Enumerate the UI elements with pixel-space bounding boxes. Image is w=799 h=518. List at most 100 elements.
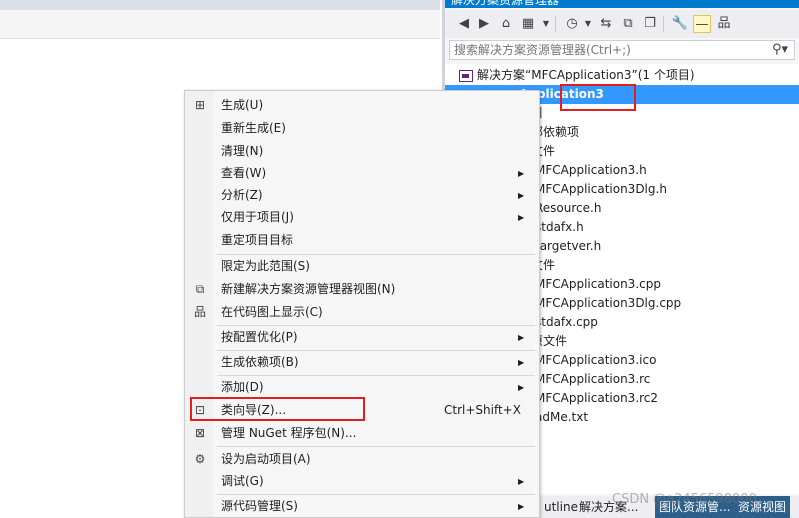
- toolbar-separator: [555, 16, 556, 32]
- editor-tab-strip: [0, 0, 440, 10]
- tree-item-label: MFCApplication3.rc: [535, 372, 651, 386]
- tree-item-file[interactable]: stdafx.h: [535, 218, 584, 237]
- tree-item-label: stdafx.h: [535, 220, 584, 234]
- submenu-arrow-icon: ▶: [518, 169, 525, 178]
- menu-item-label: 设为启动项目(A): [221, 452, 311, 466]
- search-input[interactable]: [450, 41, 764, 59]
- menu-item-label: 管理 NuGet 程序包(N)...: [221, 426, 357, 440]
- tree-item-label: MFCApplication3.rc2: [535, 391, 659, 405]
- menu-item-label: 在代码图上显示(C): [221, 305, 323, 319]
- tree-item-file[interactable]: MFCApplication3.ico: [535, 351, 656, 370]
- tree-item-label: stdafx.cpp: [535, 315, 598, 329]
- project-context-menu: ⊞ 生成(U) 重新生成(E) 清理(N) 查看(W) ▶ 分析(Z) ▶ 仅用…: [184, 90, 540, 518]
- chevron-down-icon[interactable]: ▼: [579, 15, 597, 33]
- tree-item-label: MFCApplication3Dlg.h: [535, 182, 667, 196]
- solution-search-box[interactable]: ⚲▾: [449, 40, 795, 60]
- show-all-files-icon[interactable]: ❐: [641, 15, 659, 33]
- tree-item-label: 解决方案“MFCApplication3”(1 个项目): [477, 68, 695, 82]
- menu-item-scope-to-this[interactable]: 限定为此范围(S): [185, 255, 539, 278]
- tree-item-file[interactable]: MFCApplication3Dlg.h: [535, 180, 667, 199]
- menu-item-label: 清理(N): [221, 144, 264, 158]
- menu-item-source-control[interactable]: 源代码管理(S) ▶: [185, 495, 539, 518]
- sync-icon[interactable]: ⇆: [597, 15, 615, 33]
- tree-item-file[interactable]: MFCApplication3.rc: [535, 370, 650, 389]
- submenu-arrow-icon: ▶: [518, 358, 525, 367]
- menu-item-label: 仅用于项目(J): [221, 210, 294, 224]
- search-icon[interactable]: ⚲▾: [772, 41, 788, 59]
- tree-item-file[interactable]: MFCApplication3.cpp: [535, 275, 661, 294]
- tree-item-file[interactable]: adMe.txt: [535, 408, 588, 427]
- menu-item-build[interactable]: ⊞ 生成(U): [185, 94, 539, 117]
- forward-icon[interactable]: ▶: [475, 15, 493, 33]
- menu-item-label: 重新生成(E): [221, 121, 286, 135]
- menu-item-new-explorer-view[interactable]: ⧉ 新建解决方案资源管理器视图(N): [185, 278, 539, 301]
- class-view-icon[interactable]: 品: [715, 15, 733, 33]
- menu-item-add[interactable]: 添加(D) ▶: [185, 376, 539, 399]
- submenu-arrow-icon: ▶: [518, 213, 525, 222]
- menu-item-show-on-code-map[interactable]: 品 在代码图上显示(C): [185, 301, 539, 324]
- tree-item-file[interactable]: stdafx.cpp: [535, 313, 598, 332]
- menu-item-rebuild[interactable]: 重新生成(E): [185, 117, 539, 140]
- tree-item-label: MFCApplication3.ico: [535, 353, 657, 367]
- nuget-icon: ⊠: [194, 426, 206, 440]
- watermark: CSDN @a2456598000: [612, 492, 757, 507]
- submenu-arrow-icon: ▶: [518, 191, 525, 200]
- tree-item-file[interactable]: MFCApplication3.rc2: [535, 389, 658, 408]
- menu-item-label: 限定为此范围(S): [221, 259, 310, 273]
- tree-item-label: adMe.txt: [535, 410, 589, 424]
- menu-item-project-only[interactable]: 仅用于项目(J) ▶: [185, 206, 539, 229]
- menu-item-build-dependencies[interactable]: 生成依赖项(B) ▶: [185, 351, 539, 374]
- solution-views-icon[interactable]: ▦: [519, 15, 537, 33]
- menu-item-clean[interactable]: 清理(N): [185, 140, 539, 163]
- menu-item-label: 源代码管理(S): [221, 499, 298, 513]
- tree-item-label: MFCApplication3.cpp: [535, 277, 661, 291]
- menu-item-label: 新建解决方案资源管理器视图(N): [221, 282, 396, 296]
- solution-explorer-title: 解决方案资源管理器: [445, 0, 799, 8]
- submenu-arrow-icon: ▶: [518, 502, 525, 511]
- submenu-arrow-icon: ▶: [518, 383, 525, 392]
- tree-item-file[interactable]: Resource.h: [535, 199, 601, 218]
- menu-separator: [217, 446, 535, 447]
- back-icon[interactable]: ◀: [455, 15, 473, 33]
- highlight-box-class-wizard: [190, 397, 365, 421]
- menu-item-profile-guided[interactable]: 按配置优化(P) ▶: [185, 326, 539, 349]
- gear-icon: ⚙: [194, 452, 206, 466]
- highlight-box-project: [560, 84, 636, 111]
- menu-item-label: 按配置优化(P): [221, 330, 298, 344]
- menu-item-retarget[interactable]: 重定项目目标: [185, 229, 539, 252]
- build-icon: ⊞: [194, 98, 206, 112]
- menu-item-label: 调试(G): [221, 474, 264, 488]
- tree-item-file[interactable]: MFCApplication3Dlg.cpp: [535, 294, 681, 313]
- menu-item-label: 添加(D): [221, 380, 264, 394]
- submenu-arrow-icon: ▶: [518, 333, 525, 342]
- preview-selected-icon[interactable]: —: [693, 15, 711, 33]
- menu-item-set-startup[interactable]: ⚙ 设为启动项目(A): [185, 448, 539, 471]
- submenu-arrow-icon: ▶: [518, 477, 525, 486]
- tree-item-file[interactable]: targetver.h: [535, 237, 601, 256]
- tree-item-solution[interactable]: 解决方案“MFCApplication3”(1 个项目): [459, 66, 695, 85]
- menu-item-label: 生成(U): [221, 98, 264, 112]
- properties-wrench-icon[interactable]: 🔧: [671, 15, 689, 33]
- menu-item-label: 查看(W): [221, 166, 267, 180]
- tree-item-label: MFCApplication3.h: [535, 163, 647, 177]
- code-map-icon: 品: [193, 305, 206, 319]
- menu-item-label: 重定项目目标: [221, 233, 294, 247]
- visual-studio-solution-icon: [459, 69, 473, 82]
- menu-item-view[interactable]: 查看(W) ▶: [185, 162, 539, 185]
- tree-item-label: targetver.h: [535, 239, 602, 253]
- tree-item-file[interactable]: MFCApplication3.h: [535, 161, 647, 180]
- tree-item-label: Resource.h: [535, 201, 602, 215]
- home-icon[interactable]: ⌂: [497, 15, 515, 33]
- solution-explorer-toolbar: ◀ ▶ ⌂ ▦ ▼ ◷ ▼ ⇆ ⧉ ❐ 🔧 — 品: [445, 10, 799, 38]
- menu-item-shortcut: Ctrl+Shift+X: [444, 403, 521, 417]
- menu-item-label: 分析(Z): [221, 188, 263, 202]
- collapse-all-icon[interactable]: ⧉: [619, 15, 637, 33]
- menu-item-debug[interactable]: 调试(G) ▶: [185, 470, 539, 493]
- menu-item-analyze[interactable]: 分析(Z) ▶: [185, 184, 539, 207]
- tree-item-label: MFCApplication3Dlg.cpp: [535, 296, 682, 310]
- toolbar-separator: [663, 16, 664, 32]
- editor-tab-row: [0, 10, 440, 39]
- new-view-icon: ⧉: [195, 282, 205, 296]
- menu-item-manage-nuget[interactable]: ⊠ 管理 NuGet 程序包(N)...: [185, 422, 539, 445]
- chevron-down-icon[interactable]: ▼: [537, 15, 555, 33]
